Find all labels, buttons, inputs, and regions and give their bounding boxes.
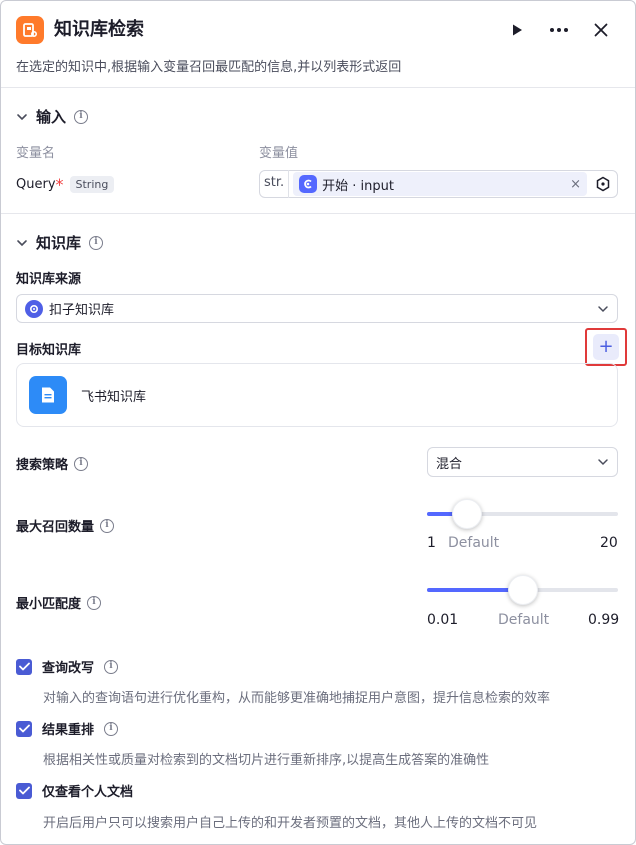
chevron-down-icon bbox=[598, 459, 608, 466]
option-rerank: 结果重排 i bbox=[16, 719, 119, 738]
node-description: 在选定的知识中,根据输入变量召回最匹配的信息,并以列表形式返回 bbox=[16, 60, 402, 75]
reference-text: 开始 · input bbox=[322, 178, 394, 194]
max-recall-row-label: 最大召回数量 i bbox=[16, 516, 115, 535]
value-type-prefix: str. bbox=[264, 170, 290, 198]
variable-name-cell: Query * String bbox=[16, 175, 115, 194]
kb-source-select[interactable]: 扣子知识库 bbox=[16, 294, 618, 323]
node-title: 知识库检索 bbox=[54, 19, 144, 40]
option-personal-docs: 仅查看个人文档 bbox=[16, 781, 133, 800]
kb-section-header[interactable]: 知识库 i bbox=[16, 232, 104, 253]
more-button[interactable] bbox=[546, 17, 572, 43]
min-match-slider-thumb[interactable] bbox=[507, 575, 538, 605]
info-icon[interactable]: i bbox=[104, 659, 119, 674]
kb-item-card[interactable]: 飞书知识库 bbox=[16, 363, 618, 427]
min-match-label: 最小匹配度 bbox=[16, 597, 82, 612]
more-dots-icon bbox=[550, 28, 568, 32]
max-recall-min: 1 bbox=[427, 535, 436, 551]
info-icon[interactable]: i bbox=[87, 595, 102, 610]
info-icon[interactable]: i bbox=[89, 235, 104, 250]
start-node-icon bbox=[299, 175, 318, 193]
add-kb-button[interactable]: + bbox=[585, 328, 627, 366]
max-recall-label: 最大召回数量 bbox=[16, 520, 95, 535]
variable-name: Query bbox=[16, 177, 56, 192]
input-section-header[interactable]: 输入 i bbox=[16, 106, 89, 127]
column-header-var-value: 变量值 bbox=[259, 146, 299, 161]
column-header-var-name: 变量名 bbox=[16, 146, 56, 161]
query-rewrite-checkbox[interactable] bbox=[16, 658, 32, 675]
rerank-checkbox[interactable] bbox=[16, 720, 32, 737]
info-icon[interactable]: i bbox=[74, 456, 89, 471]
variable-hex-icon bbox=[596, 176, 610, 192]
min-match-slider[interactable] bbox=[427, 575, 618, 605]
personal-docs-desc: 开启后用户只可以搜索用户自己上传的和开发者预置的文档，其他人上传的文档不可见 bbox=[43, 816, 538, 831]
query-rewrite-desc: 对输入的查询语句进行优化重构，从而能够更准确地捕捉用户意图，提升信息检索的效率 bbox=[43, 691, 551, 706]
strategy-value: 混合 bbox=[436, 456, 463, 472]
knowledge-node-icon bbox=[16, 16, 44, 44]
strategy-select[interactable]: 混合 bbox=[427, 447, 618, 477]
rerank-desc: 根据相关性或质量对检索到的文档切片进行重新排序,以提高生成答案的准确性 bbox=[43, 753, 490, 768]
coze-kb-icon bbox=[25, 299, 43, 318]
play-icon bbox=[513, 24, 522, 36]
personal-docs-label: 仅查看个人文档 bbox=[42, 785, 134, 800]
info-icon[interactable]: i bbox=[100, 518, 115, 533]
min-match-row-label: 最小匹配度 i bbox=[16, 593, 102, 612]
kb-source-label: 知识库来源 bbox=[16, 272, 82, 287]
knowledge-retrieval-node-panel: 知识库检索 在选定的知识中,根据输入变量召回最匹配的信息,并以列表形式返回 输入… bbox=[0, 0, 636, 845]
run-button[interactable] bbox=[504, 17, 530, 43]
option-query-rewrite: 查询改写 i bbox=[16, 657, 119, 676]
max-recall-slider-thumb[interactable] bbox=[452, 499, 483, 529]
close-icon bbox=[594, 23, 608, 37]
variable-value-field[interactable]: str. 开始 · input × bbox=[259, 170, 618, 198]
input-section-title: 输入 bbox=[36, 108, 67, 126]
kb-section-title: 知识库 bbox=[36, 234, 82, 252]
max-recall-default: Default bbox=[448, 535, 500, 551]
checkmark-icon bbox=[18, 786, 30, 795]
target-kb-label: 目标知识库 bbox=[16, 343, 82, 358]
divider bbox=[1, 87, 635, 88]
variable-reference-chip[interactable]: 开始 · input × bbox=[293, 172, 587, 196]
chevron-down-icon bbox=[17, 239, 27, 246]
min-match-min: 0.01 bbox=[427, 612, 459, 628]
strategy-row-label: 搜索策略 i bbox=[16, 454, 89, 473]
max-recall-slider[interactable] bbox=[427, 499, 618, 529]
checkmark-icon bbox=[18, 662, 30, 671]
info-icon[interactable]: i bbox=[104, 721, 119, 736]
divider bbox=[1, 213, 635, 214]
rerank-label: 结果重排 bbox=[42, 723, 95, 738]
min-match-default: Default bbox=[498, 612, 550, 628]
query-rewrite-label: 查询改写 bbox=[42, 661, 95, 676]
strategy-label: 搜索策略 bbox=[16, 458, 69, 473]
checkmark-icon bbox=[18, 724, 30, 733]
info-icon[interactable]: i bbox=[74, 109, 89, 124]
close-button[interactable] bbox=[588, 17, 614, 43]
document-icon bbox=[29, 376, 67, 414]
personal-docs-checkbox[interactable] bbox=[16, 782, 32, 799]
kb-source-value: 扣子知识库 bbox=[49, 303, 115, 318]
min-match-max: 0.99 bbox=[588, 612, 620, 628]
chevron-down-icon bbox=[17, 113, 27, 120]
kb-item-name: 飞书知识库 bbox=[81, 389, 147, 405]
required-mark: * bbox=[55, 175, 64, 194]
type-tag: String bbox=[69, 176, 115, 193]
chevron-down-icon bbox=[598, 305, 608, 312]
clear-reference-button[interactable]: × bbox=[570, 177, 581, 192]
plus-icon: + bbox=[593, 334, 619, 360]
variable-picker-button[interactable] bbox=[593, 174, 613, 194]
max-recall-max: 20 bbox=[600, 535, 618, 551]
